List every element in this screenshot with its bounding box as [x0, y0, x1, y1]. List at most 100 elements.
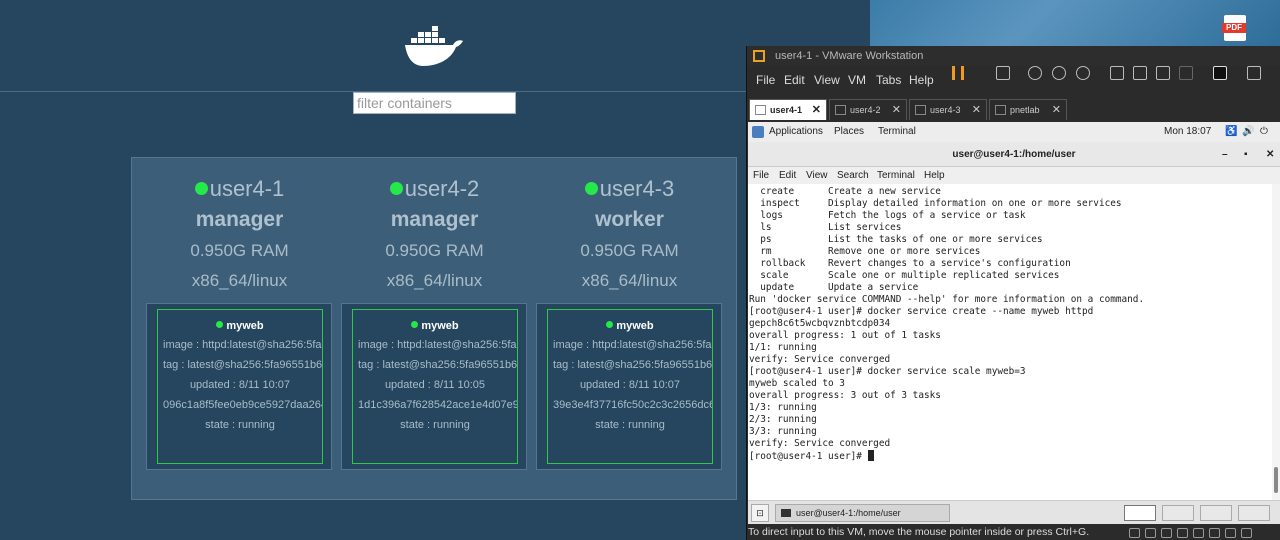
term-menu-edit[interactable]: Edit: [779, 167, 796, 184]
snapshot-manager-icon[interactable]: [1076, 66, 1090, 80]
node-name: user4-1: [209, 176, 285, 201]
terminal-line: rollback Revert changes to a service's c…: [749, 258, 1071, 269]
vm-tab-bar: user4-1 ✕ user4-2 ✕ user4-3 ✕ pnetlab ✕: [747, 94, 1280, 122]
display-icon[interactable]: [1225, 528, 1236, 538]
terminal-line: overall progress: 3 out of 3 tasks: [749, 390, 941, 401]
terminal-line: verify: Service converged: [749, 438, 891, 449]
clock[interactable]: Mon 18:07: [1164, 122, 1211, 142]
sound-icon[interactable]: [1193, 528, 1204, 538]
task-name: myweb: [421, 320, 459, 332]
node-status-dot: [389, 182, 403, 195]
term-menu-help[interactable]: Help: [924, 167, 945, 184]
text-cursor: [867, 450, 874, 461]
workspace-4[interactable]: [1238, 505, 1270, 521]
term-menu-file[interactable]: File: [753, 167, 769, 184]
show-desktop-icon[interactable]: ⊡: [751, 504, 769, 522]
maximize-icon[interactable]: ▪: [1244, 142, 1248, 167]
menu-file[interactable]: File: [756, 66, 775, 94]
terminal-icon: [781, 509, 791, 517]
cd-icon[interactable]: [1145, 528, 1156, 538]
terminal-scrollbar[interactable]: [1272, 184, 1280, 500]
revert-snapshot-icon[interactable]: [1052, 66, 1066, 80]
menu-vm[interactable]: VM: [848, 66, 866, 94]
term-menu-view[interactable]: View: [806, 167, 828, 184]
tab-user4-2[interactable]: user4-2 ✕: [829, 99, 907, 120]
terminal-line: [root@user4-1 user]# docker service scal…: [749, 366, 1026, 377]
message-icon[interactable]: [1241, 528, 1252, 538]
vmware-menubar: File Edit View VM Tabs Help: [747, 66, 1280, 94]
task-card[interactable]: myweb image : httpd:latest@sha256:5fa96 …: [157, 309, 323, 464]
workspace-3[interactable]: [1200, 505, 1232, 521]
task-name: myweb: [226, 320, 264, 332]
node-user4-1: user4-1 manager 0.950G RAM x86_64/linux …: [142, 158, 337, 470]
hdd-icon[interactable]: [1129, 528, 1140, 538]
node-status-dot: [194, 182, 208, 195]
terminal-line: gepch8c6t5wcbqvznbtcdp034: [749, 318, 891, 329]
task-card[interactable]: myweb image : httpd:latest@sha256:5fa96 …: [352, 309, 518, 464]
send-ctrl-alt-del-icon[interactable]: [996, 66, 1010, 80]
terminal-output[interactable]: create Create a new service inspect Disp…: [748, 184, 1272, 500]
taskbar-terminal-entry[interactable]: user@user4-1:/home/user: [775, 504, 950, 522]
taskbar-window-label: user@user4-1:/home/user: [796, 508, 901, 518]
thumbnail-icon[interactable]: [1133, 66, 1147, 80]
node-role: worker: [595, 208, 664, 231]
terminal-line: rm Remove one or more services: [749, 246, 981, 257]
vm-tab-icon: [995, 105, 1006, 115]
node-task-area: myweb image : httpd:latest@sha256:5fa96 …: [146, 303, 332, 470]
close-tab-icon[interactable]: ✕: [812, 100, 821, 121]
library-icon[interactable]: [1110, 66, 1124, 80]
menu-edit[interactable]: Edit: [784, 66, 805, 94]
pdf-label: PDF: [1222, 23, 1246, 33]
applications-menu[interactable]: Applications: [769, 122, 823, 142]
snapshot-icon[interactable]: [1028, 66, 1042, 80]
unity-icon[interactable]: [1179, 66, 1193, 80]
tab-user4-3[interactable]: user4-3 ✕: [909, 99, 987, 120]
close-icon[interactable]: ✕: [1266, 142, 1274, 167]
vmware-titlebar[interactable]: user4-1 - VMware Workstation: [747, 46, 1280, 66]
node-task-area: myweb image : httpd:latest@sha256:5fa96 …: [536, 303, 722, 470]
tab-label: user4-1: [770, 105, 803, 115]
pause-icon[interactable]: [952, 66, 964, 80]
node-arch: x86_64/linux: [386, 271, 483, 290]
filter-containers-input[interactable]: [353, 92, 516, 114]
minimize-icon[interactable]: –: [1222, 142, 1228, 167]
terminal-prompt: [root@user4-1 user]#: [749, 451, 868, 462]
term-menu-terminal[interactable]: Terminal: [877, 167, 915, 184]
workspace-2[interactable]: [1162, 505, 1194, 521]
device-status-icons: [1124, 527, 1274, 538]
network-icon[interactable]: [1161, 528, 1172, 538]
terminal-line: overall progress: 1 out of 1 tasks: [749, 330, 941, 341]
tab-pnetlab[interactable]: pnetlab ✕: [989, 99, 1067, 120]
terminal-line: 3/3: running: [749, 426, 817, 437]
close-tab-icon[interactable]: ✕: [972, 100, 981, 121]
stretch-guest-icon[interactable]: [1247, 66, 1261, 80]
menu-help[interactable]: Help: [909, 66, 934, 94]
task-status-dot: [606, 321, 614, 328]
menu-view[interactable]: View: [814, 66, 840, 94]
gnome-window-list: ⊡ user@user4-1:/home/user: [748, 500, 1280, 524]
term-menu-search[interactable]: Search: [837, 167, 869, 184]
pdf-file-icon[interactable]: PDF: [1222, 15, 1246, 41]
terminal-titlebar[interactable]: user@user4-1:/home/user – ▪ ✕: [748, 142, 1280, 167]
close-tab-icon[interactable]: ✕: [892, 100, 901, 121]
accessibility-icon[interactable]: ♿: [1225, 122, 1237, 142]
task-image: image : httpd:latest@sha256:5fa96: [163, 339, 323, 351]
swarm-visualizer: user4-1 manager 0.950G RAM x86_64/linux …: [0, 0, 870, 540]
task-status-dot: [411, 321, 419, 328]
close-tab-icon[interactable]: ✕: [1052, 100, 1061, 121]
scrollbar-thumb[interactable]: [1274, 467, 1278, 493]
terminal-menu[interactable]: Terminal: [878, 122, 916, 142]
places-menu[interactable]: Places: [834, 122, 864, 142]
tab-user4-1[interactable]: user4-1 ✕: [749, 99, 827, 120]
full-screen-icon[interactable]: [1156, 66, 1170, 80]
menu-tabs[interactable]: Tabs: [876, 66, 901, 94]
terminal-menubar: File Edit View Search Terminal Help: [748, 167, 1280, 184]
printer-icon[interactable]: [1209, 528, 1220, 538]
power-icon[interactable]: ⏻: [1260, 122, 1268, 142]
terminal-title: user@user4-1:/home/user: [952, 149, 1076, 160]
volume-icon[interactable]: 🔊: [1242, 122, 1254, 142]
task-card[interactable]: myweb image : httpd:latest@sha256:5fa96 …: [547, 309, 713, 464]
workspace-1[interactable]: [1124, 505, 1156, 521]
console-view-icon[interactable]: [1213, 66, 1227, 80]
usb-icon[interactable]: [1177, 528, 1188, 538]
